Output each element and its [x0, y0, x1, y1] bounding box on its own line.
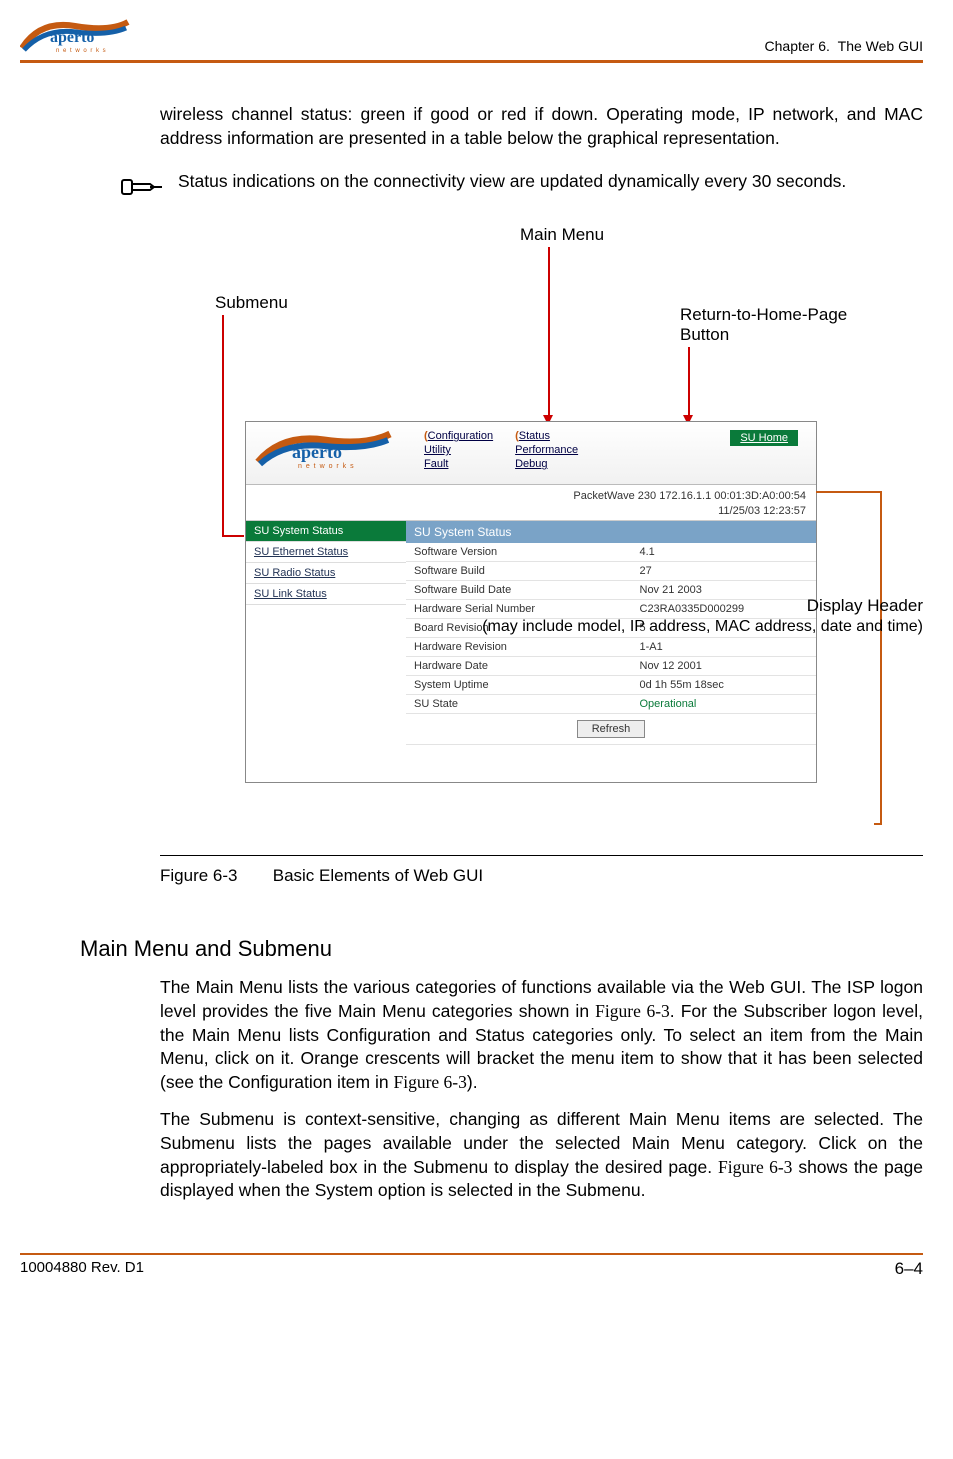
body-paragraph-2: The Main Menu lists the various categori…	[160, 976, 923, 1203]
ss-topbar: aperto n e t w o r k s (Configuration Ut…	[246, 422, 816, 485]
svg-text:aperto: aperto	[292, 442, 342, 462]
row-value: 4.1	[632, 543, 817, 562]
callout-display-header: Display Header (may include model, IP ad…	[482, 596, 923, 636]
figure-rule	[160, 855, 923, 856]
body-paragraph-1: wireless channel status: green if good o…	[160, 103, 923, 150]
menu-utility[interactable]: Utility	[424, 444, 493, 456]
chapter-label: Chapter 6. The Web GUI	[765, 38, 923, 54]
chapter-prefix: Chapter 6.	[765, 38, 830, 54]
row-label: Hardware Revision	[406, 637, 632, 656]
dh-line-top	[816, 491, 882, 493]
figure-diagram: Main Menu Submenu Return-to-Home-Page Bu…	[20, 225, 923, 815]
figure-title: Basic Elements of Web GUI	[273, 866, 483, 885]
infobar-line1: PacketWave 230 172.16.1.1 00:01:3D:A0:00…	[246, 489, 806, 503]
row-value: Nov 12 2001	[632, 656, 817, 675]
panel-title: SU System Status	[406, 521, 816, 543]
page-number: 6–4	[895, 1259, 923, 1279]
figure-number: Figure 6-3	[160, 866, 268, 886]
table-row: Hardware Revision1-A1	[406, 637, 816, 656]
note-text: Status indications on the connectivity v…	[178, 170, 846, 194]
callout-return-home-l1: Return-to-Home-Page	[680, 305, 847, 324]
figref-2: Figure 6-3	[393, 1072, 466, 1092]
ss-submenu: SU System Status SU Ethernet Status SU R…	[246, 521, 406, 745]
chapter-title: The Web GUI	[838, 38, 923, 54]
row-value: 27	[632, 561, 817, 580]
table-row: Hardware DateNov 12 2001	[406, 656, 816, 675]
table-row: Software Build27	[406, 561, 816, 580]
row-label: Software Version	[406, 543, 632, 562]
svg-text:n e t w o r k s: n e t w o r k s	[298, 463, 355, 470]
callout-submenu: Submenu	[215, 293, 288, 313]
table-row: SU StateOperational	[406, 694, 816, 713]
row-label: System Uptime	[406, 675, 632, 694]
row-value: 0d 1h 55m 18sec	[632, 675, 817, 694]
page-footer: 10004880 Rev. D1 6–4	[20, 1259, 923, 1285]
arrow-submenu-h	[222, 535, 244, 537]
menu-fault[interactable]: Fault	[424, 458, 493, 470]
callout-return-home-l2: Button	[680, 325, 729, 344]
svg-text:n e t w o r k s: n e t w o r k s	[56, 48, 107, 54]
su-home-button[interactable]: SU Home	[730, 430, 798, 446]
display-header-l2: (may include model, IP address, MAC addr…	[482, 618, 923, 635]
menu-configuration[interactable]: (Configuration	[424, 430, 493, 442]
status-table: Software Version4.1Software Build27Softw…	[406, 543, 816, 745]
row-value: 1-A1	[632, 637, 817, 656]
infobar-line2: 11/25/03 12:23:57	[246, 504, 806, 518]
table-row: System Uptime0d 1h 55m 18sec	[406, 675, 816, 694]
figure-caption: Figure 6-3 Basic Elements of Web GUI	[160, 866, 923, 886]
callout-main-menu: Main Menu	[520, 225, 604, 245]
display-header-l1: Display Header	[807, 596, 923, 615]
ss-display-header: PacketWave 230 172.16.1.1 00:01:3D:A0:00…	[246, 485, 816, 521]
submenu-radio-status[interactable]: SU Radio Status	[246, 563, 406, 584]
menu-debug[interactable]: Debug	[515, 458, 578, 470]
ss-main-menu: (Configuration Utility Fault (Status Per…	[424, 430, 578, 470]
row-value: Operational	[632, 694, 817, 713]
header-rule	[20, 60, 923, 63]
figref-3: Figure 6-3	[718, 1157, 792, 1177]
dh-line-vert	[880, 491, 882, 825]
row-label: Hardware Date	[406, 656, 632, 675]
arrow-return-home	[688, 347, 690, 417]
table-row: Software Version4.1	[406, 543, 816, 562]
note-block: Status indications on the connectivity v…	[120, 170, 923, 207]
para2-part-c: ).	[467, 1072, 478, 1092]
page-header: aperto n e t w o r k s Chapter 6. The We…	[20, 18, 923, 54]
footer-rule	[20, 1253, 923, 1255]
svg-text:aperto: aperto	[50, 29, 94, 46]
submenu-ethernet-status[interactable]: SU Ethernet Status	[246, 542, 406, 563]
arrow-main-menu	[548, 247, 550, 417]
menu-status[interactable]: (Status	[515, 430, 578, 442]
ss-logo: aperto n e t w o r k s	[246, 422, 414, 475]
section-heading: Main Menu and Submenu	[80, 936, 923, 962]
row-label: Software Build	[406, 561, 632, 580]
submenu-system-status[interactable]: SU System Status	[246, 521, 406, 542]
pointing-hand-icon	[120, 172, 166, 207]
logo: aperto n e t w o r k s	[20, 18, 130, 54]
doc-id: 10004880 Rev. D1	[20, 1259, 144, 1279]
row-label: SU State	[406, 694, 632, 713]
dh-line-bot	[874, 823, 882, 825]
para-1-text: wireless channel status: green if good o…	[160, 103, 923, 150]
menu-performance[interactable]: Performance	[515, 444, 578, 456]
aperto-logo-icon: aperto n e t w o r k s	[20, 18, 130, 54]
refresh-button[interactable]: Refresh	[577, 720, 646, 738]
submenu-link-status[interactable]: SU Link Status	[246, 584, 406, 605]
callout-return-home: Return-to-Home-Page Button	[680, 305, 847, 345]
figref-1: Figure 6-3	[595, 1001, 670, 1021]
arrow-submenu-v	[222, 315, 224, 535]
